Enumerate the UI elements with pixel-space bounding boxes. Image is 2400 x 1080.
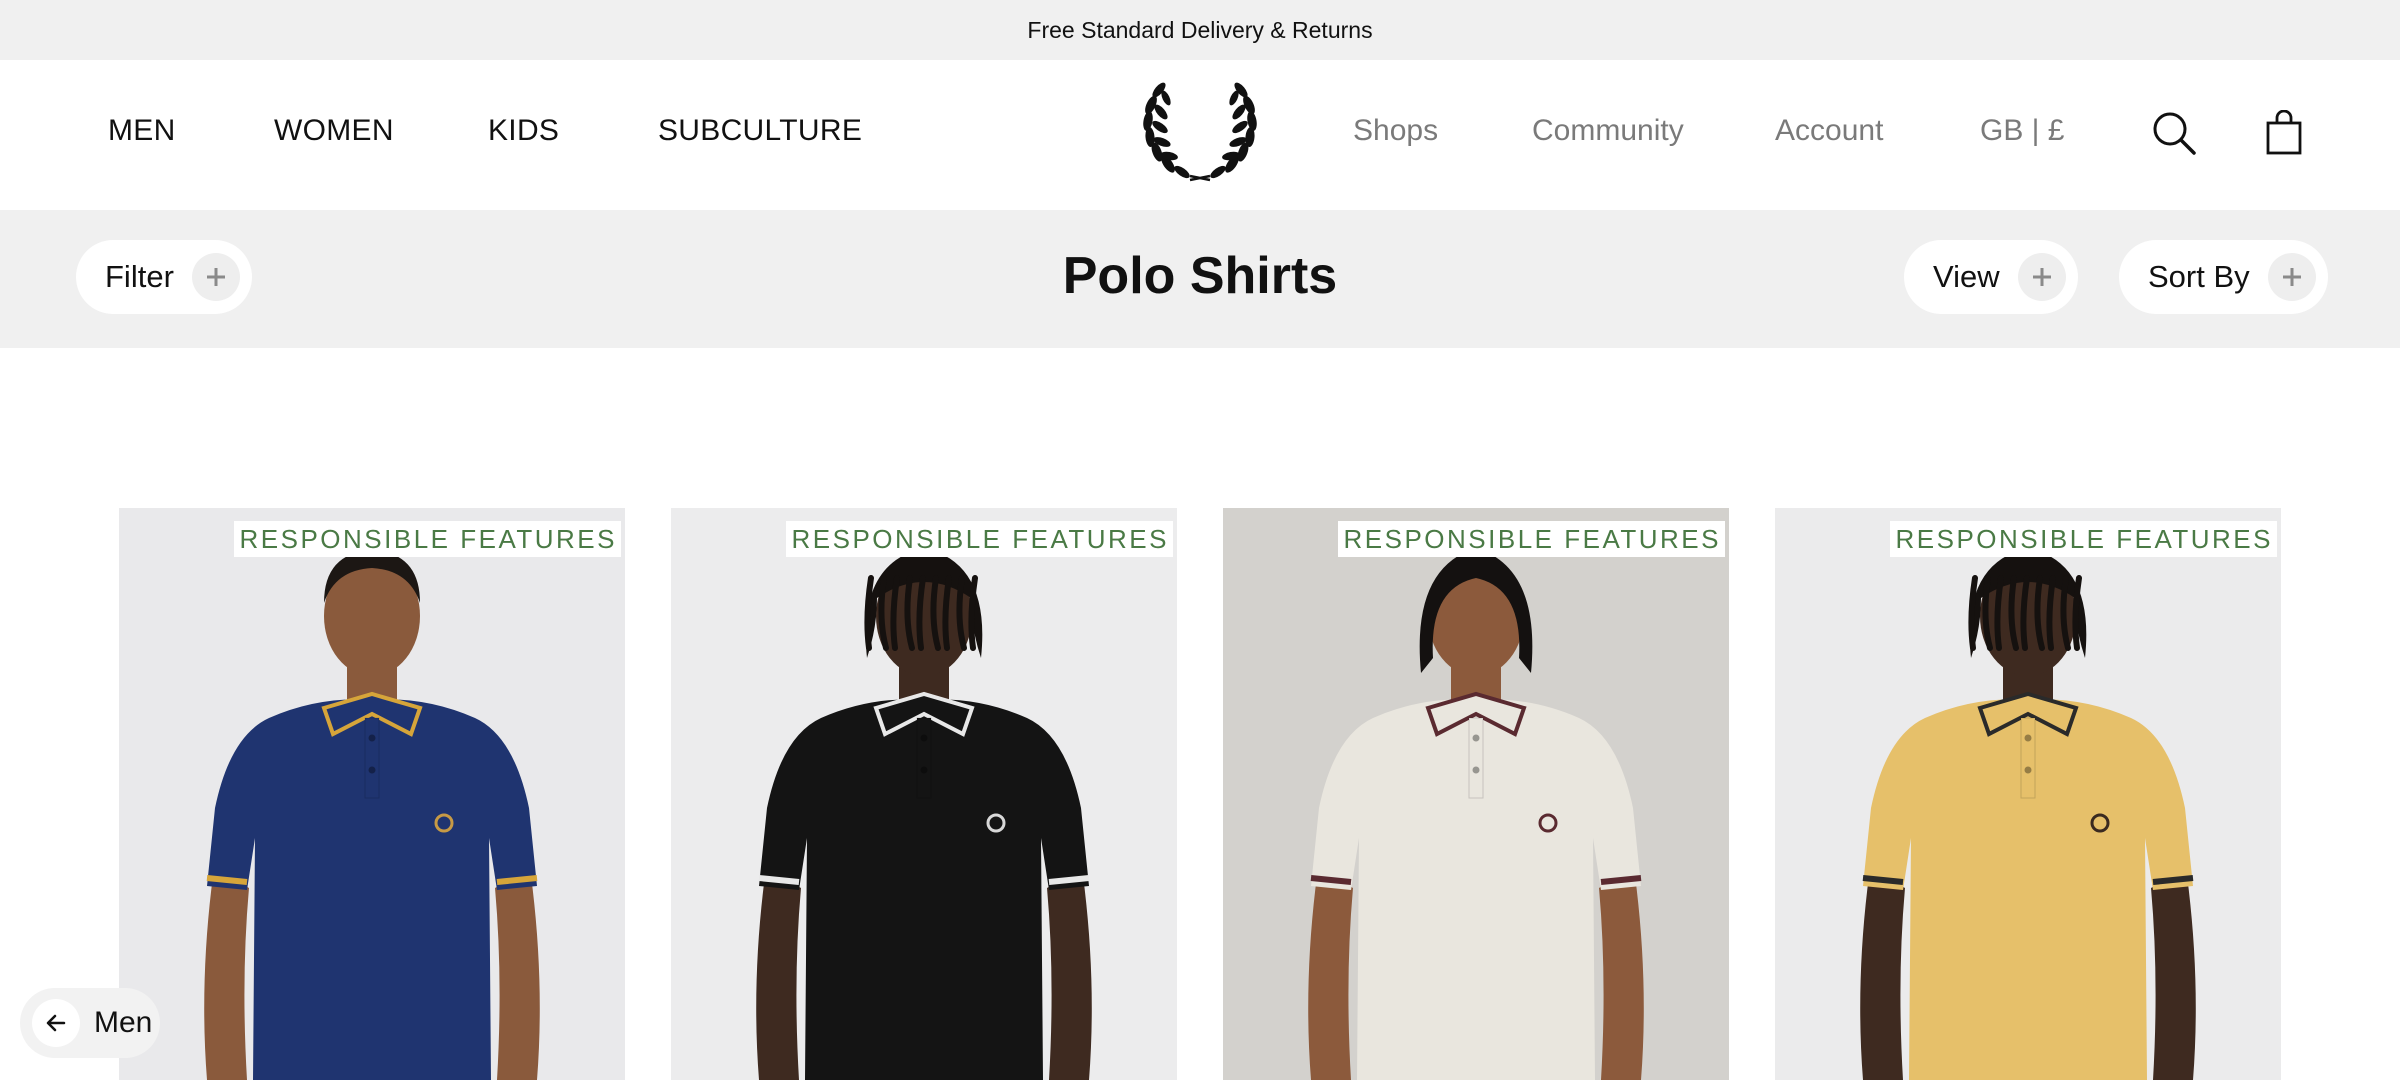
locale-currency-selector[interactable]: GB | £ <box>1980 114 2065 148</box>
shopping-bag-icon[interactable] <box>2259 108 2309 158</box>
nav-link-community[interactable]: Community <box>1532 114 1684 148</box>
sort-by-label: Sort By <box>2148 259 2250 294</box>
site-header: MEN WOMEN KIDS SUBCULTURE Shops Communit… <box>0 60 2400 210</box>
promo-text: Free Standard Delivery & Returns <box>1027 16 1373 43</box>
product-card[interactable]: RESPONSIBLE FEATURES <box>119 508 625 1080</box>
product-card[interactable]: RESPONSIBLE FEATURES <box>1223 508 1729 1080</box>
nav-link-women[interactable]: WOMEN <box>274 114 394 148</box>
product-image <box>1308 548 1644 1080</box>
back-label: Men <box>94 1006 153 1039</box>
nav-link-subculture[interactable]: SUBCULTURE <box>658 114 862 148</box>
nav-link-kids[interactable]: KIDS <box>488 114 559 148</box>
back-to-men-button[interactable]: Men <box>20 988 160 1058</box>
product-image <box>204 550 540 1080</box>
responsible-features-badge: RESPONSIBLE FEATURES <box>1337 521 1725 557</box>
responsible-features-badge: RESPONSIBLE FEATURES <box>1889 521 2277 557</box>
product-image <box>1860 548 2196 1080</box>
responsible-features-badge: RESPONSIBLE FEATURES <box>233 521 621 557</box>
promo-banner: Free Standard Delivery & Returns <box>0 0 2400 60</box>
nav-link-account[interactable]: Account <box>1775 114 1883 148</box>
plus-icon <box>2267 253 2316 301</box>
listing-toolbar: Filter Polo Shirts View Sort By <box>0 210 2400 348</box>
plus-icon <box>2017 253 2066 301</box>
nav-link-shops[interactable]: Shops <box>1353 114 1438 148</box>
view-label: View <box>1933 259 2000 294</box>
laurel-logo-icon[interactable] <box>1138 76 1262 182</box>
nav-link-men[interactable]: MEN <box>108 114 176 148</box>
product-image <box>756 548 1092 1080</box>
view-button[interactable]: View <box>1904 240 2078 314</box>
product-card[interactable]: RESPONSIBLE FEATURES <box>1775 508 2281 1080</box>
arrow-left-icon <box>32 999 80 1047</box>
responsible-features-badge: RESPONSIBLE FEATURES <box>785 521 1173 557</box>
sort-by-button[interactable]: Sort By <box>2119 240 2328 314</box>
product-card[interactable]: RESPONSIBLE FEATURES <box>671 508 1177 1080</box>
search-icon[interactable] <box>2149 108 2199 158</box>
